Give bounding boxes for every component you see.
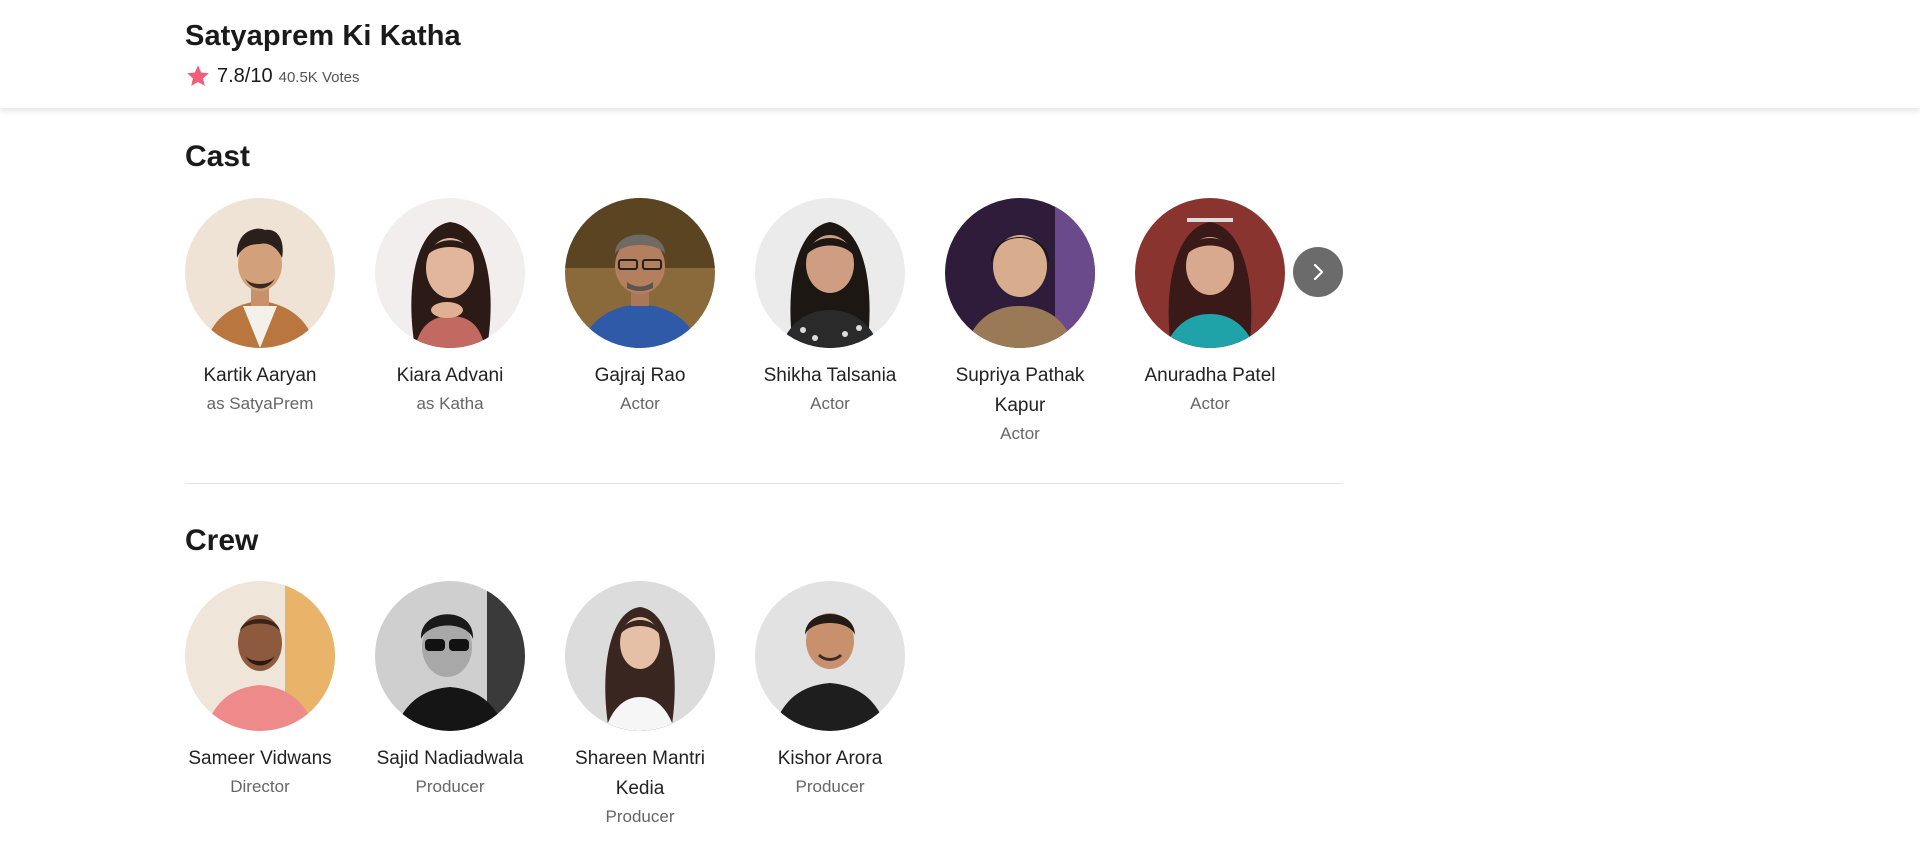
person-role: as SatyaPrem [206, 394, 314, 413]
avatar [1135, 198, 1285, 348]
person-name: Sameer Vidwans [188, 748, 332, 769]
person-name: Shareen Mantri Kedia [575, 748, 705, 799]
person-role: Producer [415, 777, 485, 796]
person-role: Actor [810, 394, 850, 413]
cast-card[interactable]: Gajraj Rao Actor [565, 198, 715, 446]
cast-card[interactable]: Supriya Pathak Kapur Actor [945, 198, 1095, 446]
crew-card[interactable]: Sajid Nadiadwala Producer [375, 581, 525, 829]
avatar [185, 581, 335, 731]
avatar [565, 581, 715, 731]
carousel-next-button[interactable] [1293, 247, 1343, 297]
cast-list: Kartik Aaryan as SatyaPrem Kiara Advani … [185, 198, 1325, 446]
person-name: Kishor Arora [777, 748, 883, 769]
cast-card[interactable]: Shikha Talsania Actor [755, 198, 905, 446]
vote-count: 40.5K Votes [278, 69, 360, 86]
person-name: Gajraj Rao [594, 365, 686, 386]
chevron-right-icon [1313, 263, 1324, 281]
avatar [565, 198, 715, 348]
cast-card[interactable]: Kartik Aaryan as SatyaPrem [185, 198, 335, 446]
avatar [945, 198, 1095, 348]
person-name: Sajid Nadiadwala [376, 748, 524, 769]
crew-card[interactable]: Kishor Arora Producer [755, 581, 905, 829]
person-role: Producer [605, 807, 675, 826]
star-icon [185, 63, 211, 89]
person-name: Kiara Advani [396, 365, 504, 386]
movie-title: Satyaprem Ki Katha [185, 20, 461, 52]
rating-row: 7.8/10 40.5K Votes [185, 62, 360, 90]
avatar [755, 198, 905, 348]
avatar [375, 198, 525, 348]
person-role: Director [230, 777, 290, 796]
person-role: Actor [1000, 424, 1040, 443]
person-role: as Katha [416, 394, 484, 413]
crew-card[interactable]: Sameer Vidwans Director [185, 581, 335, 829]
person-name: Kartik Aaryan [203, 365, 317, 386]
person-role: Producer [795, 777, 865, 796]
cast-card[interactable]: Anuradha Patel Actor [1135, 198, 1285, 446]
avatar [755, 581, 905, 731]
avatar [185, 198, 335, 348]
cast-heading: Cast [185, 140, 251, 173]
person-name: Shikha Talsania [763, 365, 897, 386]
crew-card[interactable]: Shareen Mantri Kedia Producer [565, 581, 715, 829]
rating-value: 7.8/10 [217, 64, 273, 87]
section-divider [185, 483, 1343, 484]
avatar [375, 581, 525, 731]
cast-card[interactable]: Kiara Advani as Katha [375, 198, 525, 446]
crew-list: Sameer Vidwans Director Sajid Nadiadwala… [185, 581, 945, 829]
movie-header: Satyaprem Ki Katha 7.8/10 40.5K Votes [0, 0, 1920, 108]
crew-heading: Crew [185, 524, 259, 557]
person-role: Actor [1190, 394, 1230, 413]
person-role: Actor [620, 394, 660, 413]
person-name: Anuradha Patel [1144, 365, 1276, 386]
person-name: Supriya Pathak Kapur [955, 365, 1085, 416]
